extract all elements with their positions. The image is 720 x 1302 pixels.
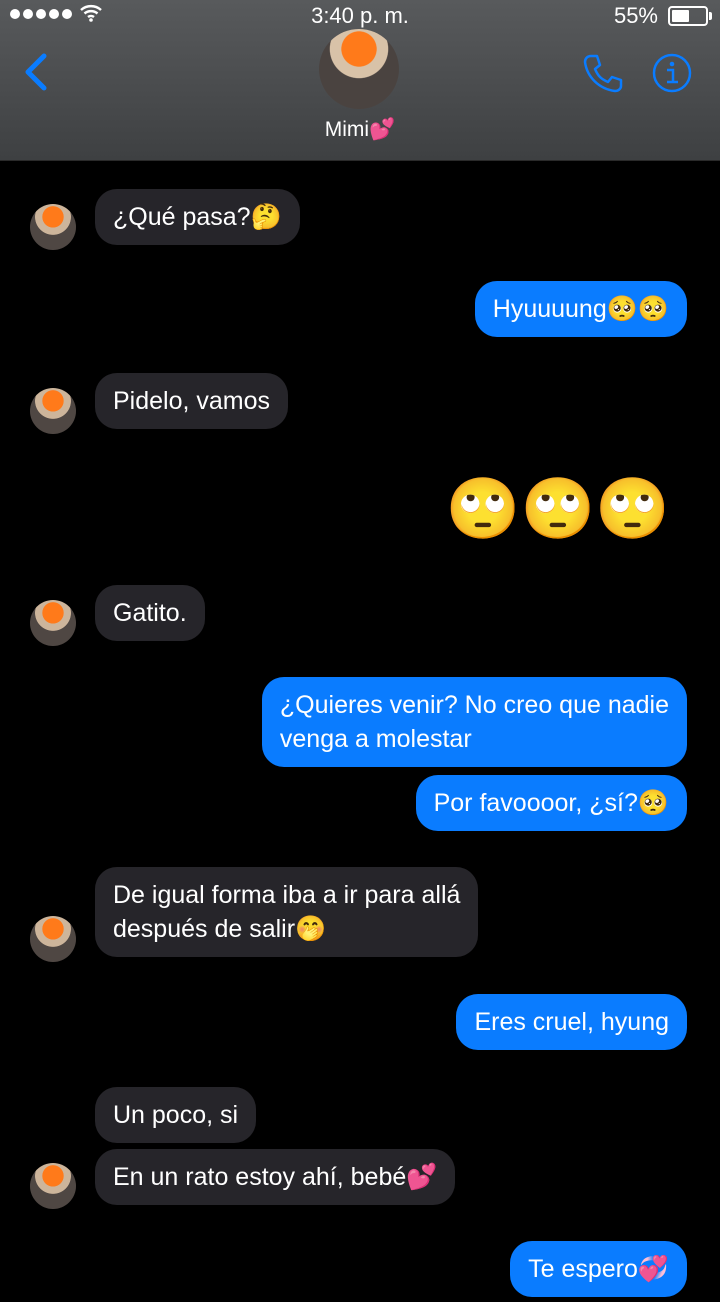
status-time: 3:40 p. m. <box>311 3 409 28</box>
sender-avatar <box>30 204 76 250</box>
message-line: venga a molestar <box>279 725 472 753</box>
message-bubble-outgoing[interactable]: Eres cruel, hyung <box>456 994 687 1050</box>
contact-name[interactable]: Mimi💕 <box>0 118 720 142</box>
message-bubble-incoming[interactable]: Un poco, si <box>95 1087 257 1143</box>
message-bubble-incoming[interactable]: ¿Qué pasa?🤔 <box>95 189 300 245</box>
sender-avatar <box>30 1163 76 1209</box>
sender-avatar <box>30 916 76 962</box>
info-icon[interactable] <box>652 53 692 93</box>
phone-icon[interactable] <box>582 52 624 94</box>
message-bubble-outgoing[interactable]: Te espero💞 <box>510 1241 687 1297</box>
message-bubble-incoming[interactable]: En un rato estoy ahí, bebé💕 <box>95 1149 456 1205</box>
conversation-header: 3:40 p. m. 55% Mimi💕 <box>0 0 720 161</box>
back-chevron-icon[interactable] <box>20 50 56 94</box>
message-bubble-incoming[interactable]: De igual forma iba a ir para allá despué… <box>95 867 479 957</box>
message-line: ¿Quieres venir? No creo que nadie <box>279 691 669 719</box>
message-line: después de salir🤭 <box>113 915 327 943</box>
message-bubble-outgoing[interactable]: Hyuuuung🥺🥺 <box>474 281 687 337</box>
status-bar: 3:40 p. m. 55% <box>0 0 720 30</box>
message-bubble-incoming[interactable]: Gatito. <box>95 585 205 641</box>
message-bubble-outgoing[interactable]: Por favoooor, ¿sí?🥺 <box>415 775 687 831</box>
message-bubble-incoming[interactable]: Pidelo, vamos <box>95 373 289 429</box>
contact-avatar[interactable] <box>319 29 399 109</box>
message-bubble-outgoing[interactable]: ¿Quieres venir? No creo que nadie venga … <box>261 677 687 767</box>
sender-avatar <box>30 600 76 646</box>
battery-icon <box>668 6 712 26</box>
sender-avatar <box>30 388 76 434</box>
battery-percentage: 55% <box>613 3 658 28</box>
emoji-message[interactable]: 🙄🙄🙄 <box>446 474 670 544</box>
message-line: De igual forma iba a ir para allá <box>113 881 461 909</box>
